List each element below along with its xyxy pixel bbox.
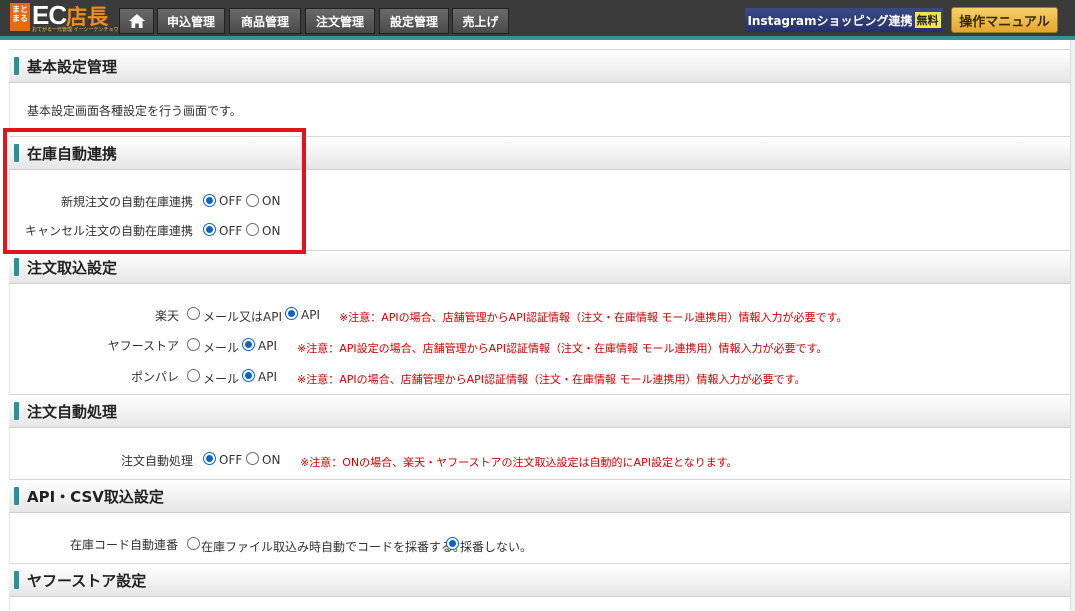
section-title-order-import: 注文取込設定 (27, 258, 118, 277)
auto-number-label: 在庫ファイル取込み時自動でコードを採番する。 (201, 540, 466, 554)
rakuten-mail-label: メール又はAPI (203, 310, 282, 324)
yahoo-api-radio[interactable] (242, 338, 255, 351)
ponpare-api-note: ※注意：APIの場合、店舗管理からAPI認証情報（注文・在庫情報 モール連携用）… (297, 373, 806, 386)
nav-settings-management[interactable]: 設定管理 (379, 8, 449, 34)
order-auto-note: ※注意：ONの場合、楽天・ヤフーストアの注文取込設定は自動的にAPI設定となりま… (300, 456, 738, 469)
nav-product-management[interactable]: 商品管理 (229, 8, 301, 34)
no-numbering-radio[interactable] (446, 537, 459, 550)
rakuten-api-note: ※注意：APIの場合、店舗管理からAPI認証情報（注文・在庫情報 モール連携用）… (339, 311, 848, 324)
nav-application-management[interactable]: 申込管理 (157, 8, 225, 34)
ponpare-api-label: API (258, 370, 277, 384)
section-header-order-import: 注文取込設定 (9, 250, 1071, 284)
section-body-yahoo (9, 598, 1071, 611)
ponpare-mail-radio[interactable] (187, 369, 200, 382)
logo-badge: まとまる (10, 3, 30, 31)
home-icon (128, 14, 145, 28)
yahoo-api-note: ※注意：API設定の場合、店舗管理からAPI認証情報（注文・在庫情報 モール連携… (297, 342, 828, 355)
order-auto-off-label: OFF (219, 453, 243, 467)
section-title-basic: 基本設定管理 (27, 57, 118, 76)
order-auto-off-radio[interactable] (203, 452, 216, 465)
yahoo-mail-label: メール (203, 341, 240, 355)
section-marker (14, 487, 19, 505)
nav-home-button[interactable] (119, 8, 154, 34)
page-scrollbar-edge[interactable] (1070, 40, 1075, 611)
rakuten-label: 楽天 (154, 309, 179, 323)
logo-tagline: おてがる一元管理 イーシーテンチョウ (32, 27, 119, 33)
yahoo-mail-radio[interactable] (187, 338, 200, 351)
free-badge: 無料 (914, 12, 941, 28)
section-title-yahoo: ヤフーストア設定 (27, 571, 147, 590)
ponpare-mail-label: メール (203, 372, 240, 386)
section-header-order-auto: 注文自動処理 (9, 394, 1071, 428)
rakuten-api-label: API (301, 308, 320, 322)
section-marker (14, 258, 19, 276)
yahoo-store-label: ヤフーストア (107, 339, 179, 353)
section-marker (14, 571, 19, 589)
nav-order-management[interactable]: 注文管理 (305, 8, 375, 34)
section-header-basic: 基本設定管理 (9, 49, 1071, 83)
top-bar-accent-line (0, 36, 1075, 40)
section-header-api-csv: API・CSV取込設定 (9, 479, 1071, 513)
ec-tencho-logo[interactable]: まとまる EC店長 おてがる一元管理 イーシーテンチョウ (10, 0, 119, 33)
section-header-yahoo: ヤフーストア設定 (9, 563, 1071, 597)
stock-code-auto-number-label: 在庫コード自動連番 (69, 538, 178, 552)
auto-number-radio[interactable] (187, 537, 200, 550)
no-numbering-label: 採番しない。 (460, 540, 533, 554)
nav-sales[interactable]: 売上げ (452, 8, 509, 34)
page-description: 基本設定画面各種設定を行う画面です。 (27, 104, 242, 118)
yahoo-api-label: API (258, 339, 277, 353)
section-title-api-csv: API・CSV取込設定 (27, 487, 164, 506)
order-auto-on-radio[interactable] (246, 452, 259, 465)
order-auto-label: 注文自動処理 (120, 454, 193, 468)
rakuten-mail-radio[interactable] (187, 307, 200, 320)
section-marker (14, 57, 19, 75)
operation-manual-button[interactable]: 操作マニュアル (951, 7, 1058, 33)
section-title-order-auto: 注文自動処理 (27, 402, 118, 421)
ponpare-api-radio[interactable] (242, 369, 255, 382)
stock-section-highlight-box (3, 128, 306, 254)
instagram-label: Instagramショッピング連携 (747, 13, 913, 28)
order-auto-on-label: ON (262, 453, 281, 467)
rakuten-api-radio[interactable] (285, 307, 298, 320)
instagram-shopping-button[interactable]: Instagramショッピング連携 無料 (745, 8, 943, 32)
ponpare-label: ポンパレ (130, 370, 179, 384)
section-marker (14, 402, 19, 420)
